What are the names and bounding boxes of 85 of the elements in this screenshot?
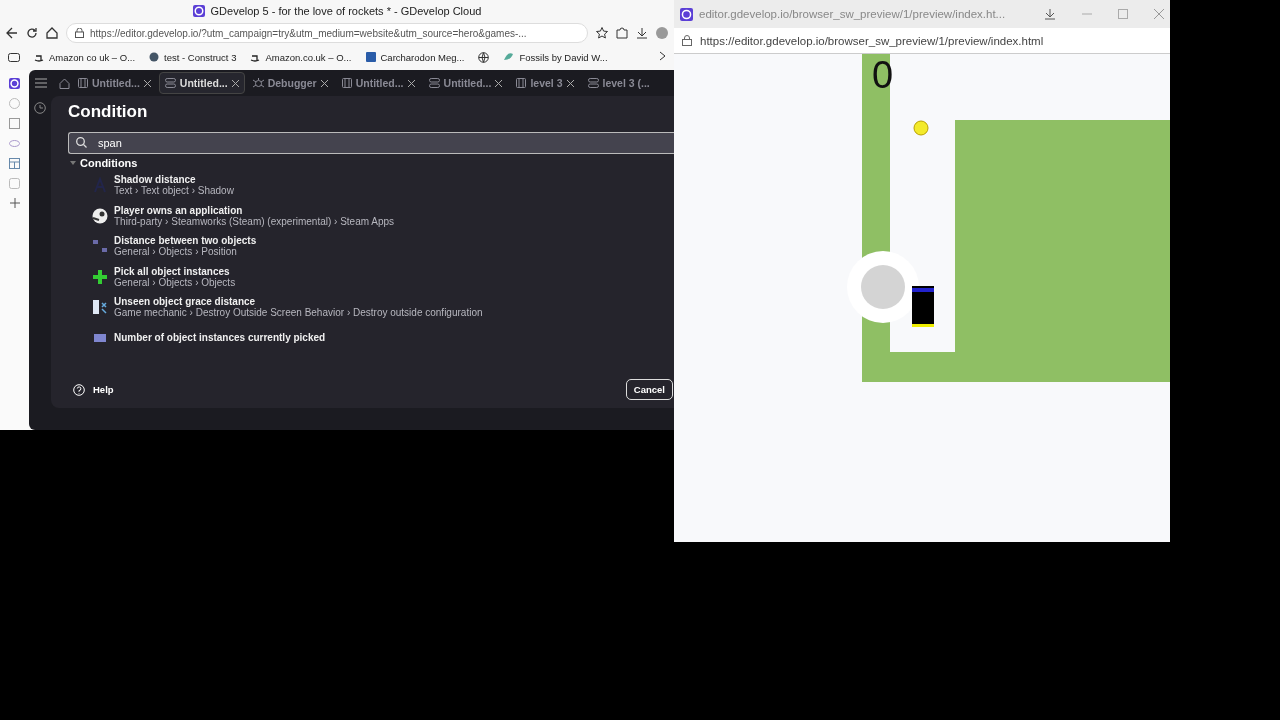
plus-icon: [9, 198, 20, 208]
editor-tab[interactable]: Debugger: [246, 72, 334, 94]
logo-icon: [192, 5, 205, 17]
film-icon: [516, 78, 527, 88]
condition-path: Third-party › Steamworks (Steam) (experimental) › Steam Apps: [114, 215, 395, 227]
bookmark-link[interactable]: Fossils by David W...: [503, 51, 608, 63]
rectangle-icon: [94, 333, 106, 342]
square-icon: [365, 52, 376, 62]
lock-icon: [682, 35, 692, 46]
editor-tab[interactable]: level 3 (...: [581, 72, 656, 94]
condition-item[interactable]: Shadow distance Text › Text object › Shadow: [68, 170, 674, 201]
close-icon: [566, 79, 574, 87]
logo-icon: [680, 7, 693, 21]
logo-icon: [9, 78, 20, 89]
condition-item[interactable]: Unseen object grace distance Game mechanic › Destroy Outside Screen Behavior › Destroy outside configuration: [68, 292, 674, 323]
close-icon: [407, 79, 415, 87]
condition-title: Distance between two objects: [114, 235, 257, 247]
condition-title: Pick all object instances: [114, 265, 231, 277]
list-icon: [164, 78, 176, 88]
condition-item[interactable]: Number of object instances currently picked: [68, 322, 674, 353]
close-icon: [320, 79, 328, 87]
condition-path: General › Objects › Position: [114, 246, 237, 258]
home-icon: [59, 77, 70, 89]
bookmark-link[interactable]: Amazon.co.uk – O...: [250, 51, 352, 63]
help-button[interactable]: Help: [73, 383, 114, 396]
home-icon: [46, 27, 58, 39]
chevron-right-icon: [659, 51, 666, 61]
sidebar-icon: [8, 52, 20, 62]
back-icon: [6, 27, 18, 39]
condition-title: Unseen object grace distance: [114, 296, 256, 308]
help-icon: [73, 383, 85, 396]
lock-icon: [75, 28, 84, 38]
menu-icon: [35, 78, 47, 88]
close-icon: [495, 79, 503, 87]
close-icon: [231, 79, 239, 87]
maximize-icon: [1118, 9, 1128, 19]
condition-item[interactable]: Distance between two objects General › Objects › Position: [68, 231, 674, 262]
bookmark-link[interactable]: test - Construct 3: [149, 51, 237, 63]
screen-icon: [92, 299, 108, 316]
star-icon: [596, 27, 608, 39]
leaf-icon: [503, 52, 515, 62]
avatar-icon: [656, 27, 668, 39]
condition-path: Game mechanic › Destroy Outside Screen Behavior › Destroy outside configuration: [114, 307, 483, 319]
editor-tab[interactable]: Untitled...: [158, 72, 245, 94]
group-label[interactable]: Conditions: [80, 157, 138, 169]
layout-icon: [9, 158, 20, 169]
steam-icon: [92, 207, 108, 224]
search-field[interactable]: span: [68, 132, 674, 154]
cancel-button[interactable]: Cancel: [625, 379, 673, 400]
editor-tab[interactable]: Untitled...: [335, 72, 421, 94]
search-icon: [76, 137, 87, 148]
close-icon: [143, 79, 151, 87]
close-icon: [1154, 9, 1164, 19]
condition-title: Player owns an application: [114, 204, 244, 216]
film-icon: [341, 78, 352, 88]
address-bar[interactable]: https://editor.gdevelop.io/?utm_campaign=try&utm_medium=website&utm_source=hero&games-...: [66, 23, 588, 43]
download-icon: [636, 27, 648, 39]
editor-tab[interactable]: Untitled...: [422, 72, 509, 94]
window-title: editor.gdevelop.io/browser_sw_preview/1/preview/index.ht...: [699, 8, 1006, 20]
condition-path: General › Objects › Objects: [114, 276, 236, 288]
caret-down-icon[interactable]: [70, 160, 76, 166]
film-icon: [78, 78, 88, 88]
window-title: GDevelop 5 - for the love of rockets * - GDevelop Cloud: [210, 5, 482, 17]
distance-icon: [92, 238, 108, 255]
condition-title: Shadow distance: [114, 174, 197, 186]
plus-icon: [92, 268, 108, 285]
condition-item[interactable]: Player owns an application Third-party › Steamworks (Steam) (experimental) › Steam Apps: [68, 200, 674, 231]
editor-tab[interactable]: Untitled...: [72, 72, 157, 94]
list-icon: [587, 78, 599, 88]
url-text: https://editor.gdevelop.io/browser_sw_preview/1/preview/index.html: [700, 34, 1044, 47]
reload-icon: [26, 27, 38, 39]
download-icon: [1044, 8, 1056, 20]
bookmark-link[interactable]: Amazon co uk – O...: [34, 51, 136, 63]
clock-icon: [34, 102, 46, 114]
bug-icon: [252, 77, 264, 89]
circle-icon: [149, 52, 160, 62]
editor-tab[interactable]: level 3: [510, 72, 580, 94]
minimize-icon: [1082, 13, 1092, 15]
bookmark-link[interactable]: Carcharodon Meg...: [365, 51, 465, 63]
condition-title: Number of object instances currently picked: [114, 332, 326, 344]
condition-item[interactable]: Pick all object instances General › Objects › Objects: [68, 261, 674, 292]
condition-path: Text › Text object › Shadow: [114, 185, 234, 197]
dialog-title: Condition: [68, 102, 149, 122]
url-text: https://editor.gdevelop.io/?utm_campaign=try&utm_medium=website&utm_source=hero&games-...: [90, 27, 527, 39]
list-icon: [428, 78, 440, 88]
